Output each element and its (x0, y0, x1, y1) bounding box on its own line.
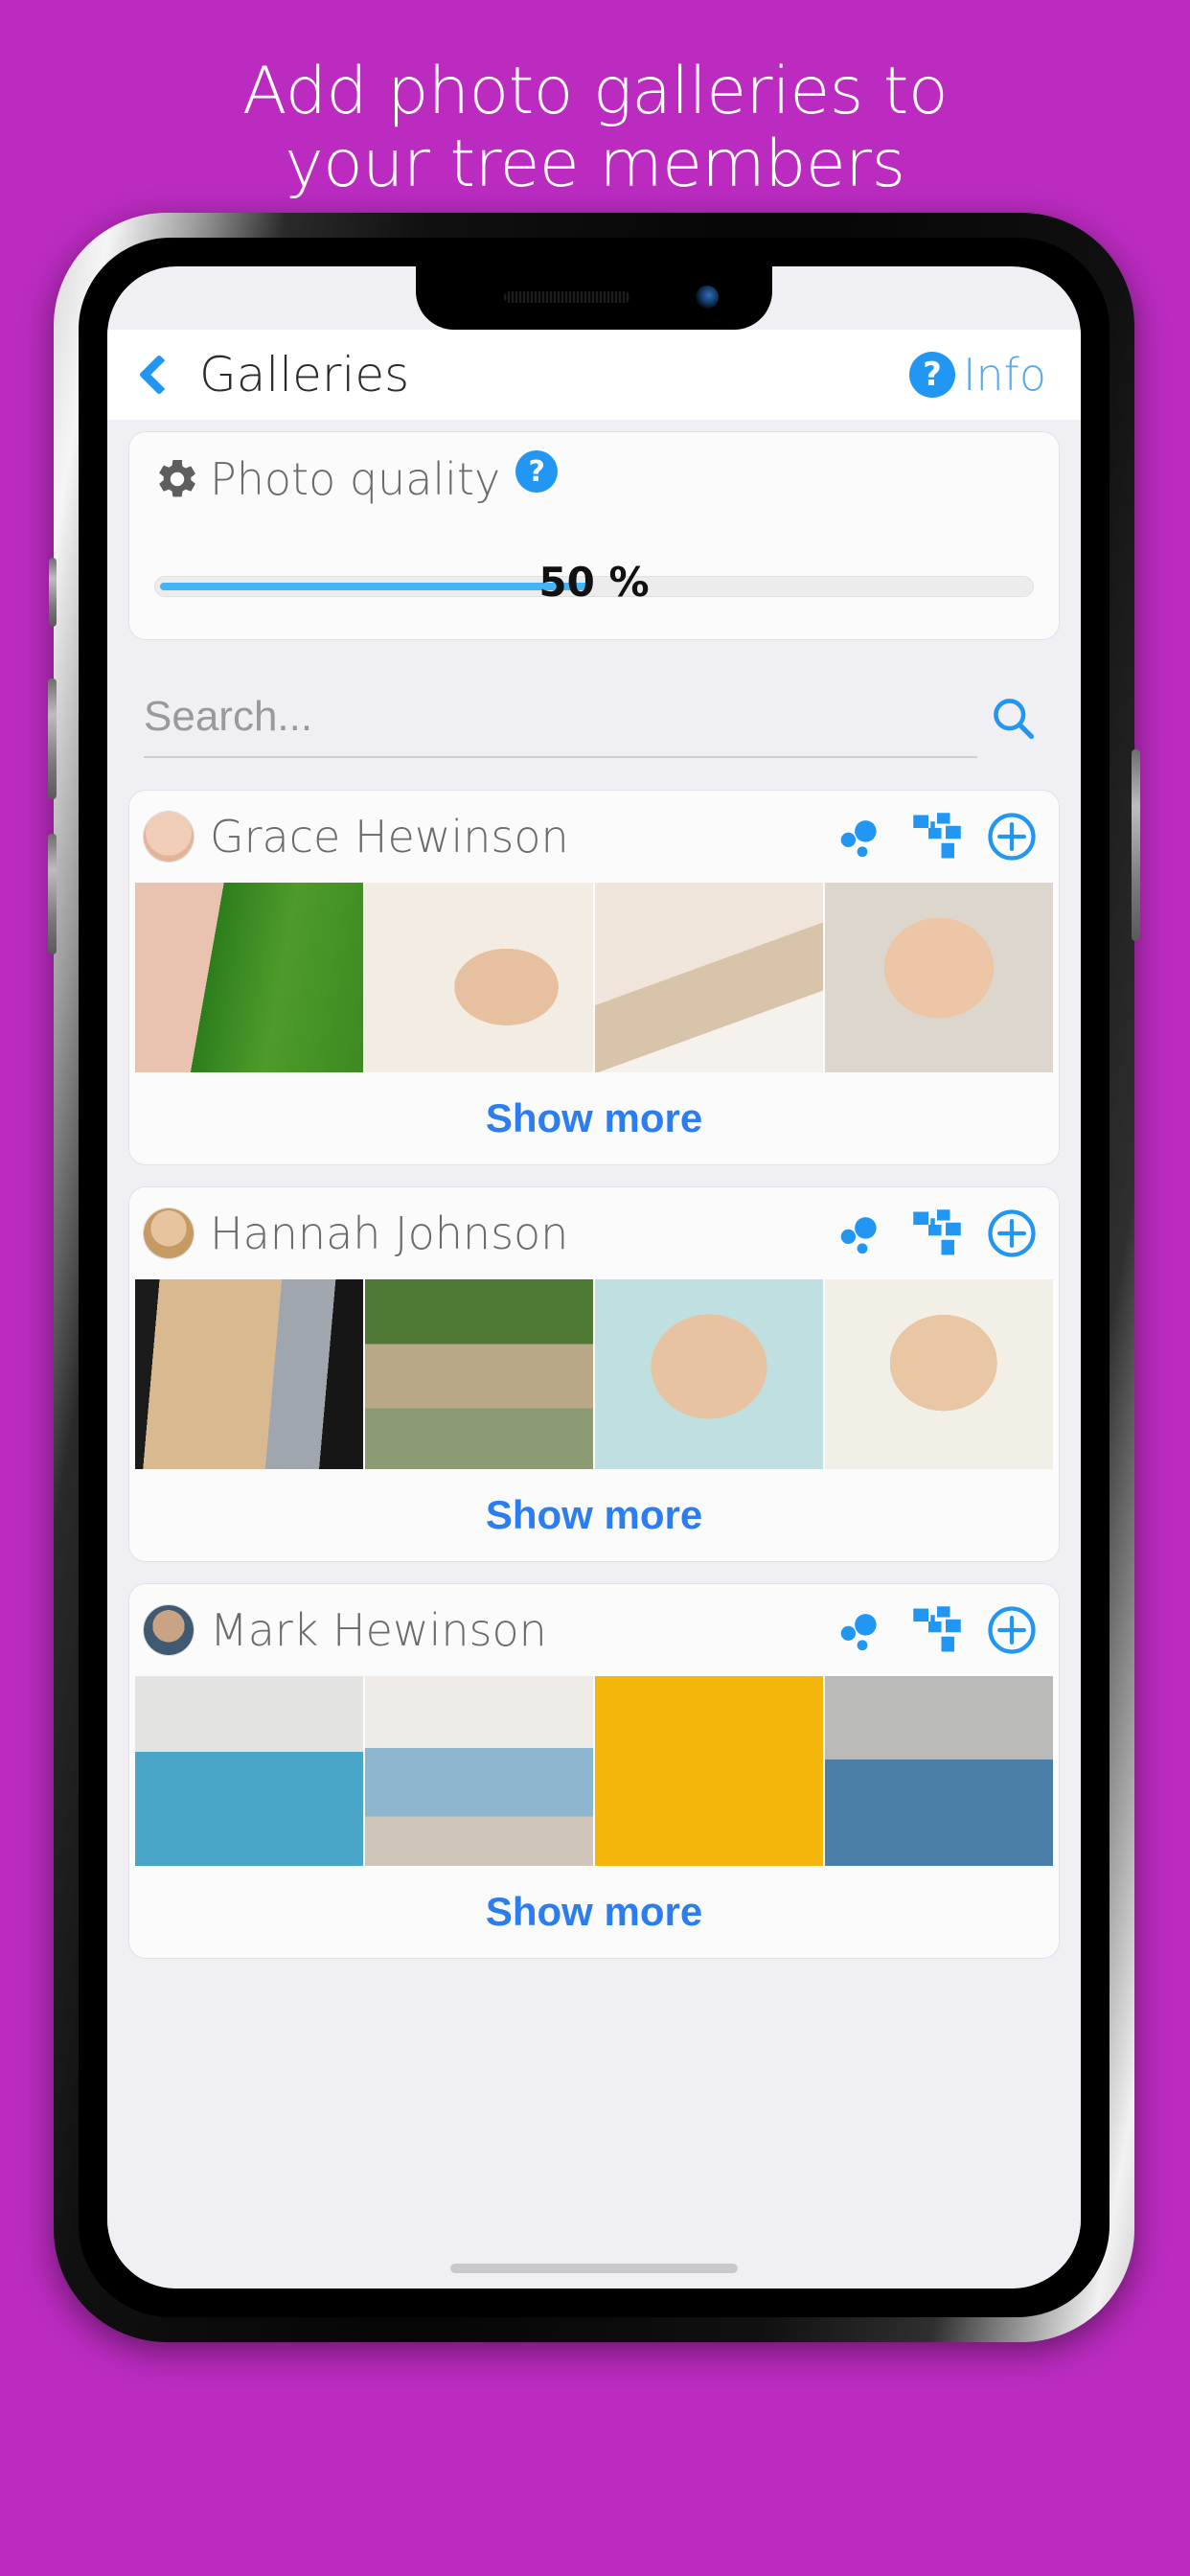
family-tree-icon[interactable] (911, 1208, 963, 1259)
girl-striped-shirt-portrait (825, 883, 1053, 1072)
smiling-blonde-white-top (825, 1279, 1053, 1469)
back-button[interactable] (125, 354, 194, 396)
home-indicator (450, 2264, 738, 2273)
photo-quality-slider[interactable]: 50 % (154, 559, 1034, 606)
page-title: Galleries (199, 347, 410, 402)
question-mark-circle-icon: ? (908, 352, 955, 398)
blonde-woman-dark-background (135, 1279, 363, 1469)
child-sleeping-with-teddy (595, 883, 823, 1072)
search-input[interactable]: Search... (144, 678, 977, 758)
avatar-image (144, 812, 194, 862)
info-button[interactable]: ? Info (908, 349, 1046, 401)
photo-quality-help-icon[interactable]: ? (515, 450, 559, 493)
app-navigation-bar: Galleries ? Info (107, 330, 1081, 420)
photo-thumbnail[interactable] (135, 1279, 363, 1469)
photo-thumbnail[interactable] (135, 883, 363, 1072)
info-button-label: Info (962, 349, 1046, 401)
gallery-card: Hannah Johnson Show more (128, 1186, 1060, 1562)
photo-thumbnail[interactable] (595, 1676, 823, 1866)
person-name: Hannah Johnson (210, 1208, 569, 1259)
smiling-girl-portrait (365, 883, 593, 1072)
avatar[interactable] (143, 811, 195, 862)
girl-with-puppy-on-grass (135, 883, 363, 1072)
gallery-card-header: Mark Hewinson (129, 1584, 1059, 1676)
photo-thumbnail-strip (129, 883, 1059, 1072)
photo-quality-card: Photo quality ? 50 % (128, 431, 1060, 640)
photo-thumbnail-strip (129, 1279, 1059, 1469)
photo-thumbnail[interactable] (365, 883, 593, 1072)
avatar[interactable] (143, 1604, 195, 1656)
plus-circle-icon[interactable] (986, 1208, 1038, 1259)
scroll-content[interactable]: Photo quality ? 50 % Search... Grace Hew… (107, 420, 1081, 2288)
phone-screen: Galleries ? Info Photo quality ? 50 % Se… (107, 266, 1081, 2288)
gallery-list: Grace Hewinson Show more Hannah Johnson Sho… (107, 790, 1081, 1959)
show-more-button[interactable]: Show more (129, 1469, 1059, 1561)
photo-thumbnail[interactable] (825, 883, 1053, 1072)
man-at-laptop (365, 1676, 593, 1866)
photo-thumbnail[interactable] (595, 1279, 823, 1469)
gallery-card-header: Hannah Johnson (129, 1187, 1059, 1279)
relations-bubbles-icon[interactable] (836, 811, 888, 862)
mute-switch[interactable] (49, 558, 57, 627)
chevron-left-icon (138, 354, 180, 396)
plus-circle-icon[interactable] (986, 1604, 1038, 1656)
man-yellow-background-phone (595, 1676, 823, 1866)
gallery-card-actions (836, 811, 1038, 862)
woman-outdoors-path (365, 1279, 593, 1469)
search-placeholder: Search... (144, 693, 313, 740)
search-row: Search... (128, 661, 1060, 774)
gallery-card-actions (836, 1208, 1038, 1259)
family-tree-icon[interactable] (911, 1604, 963, 1656)
slider-value-label: 50 % (538, 559, 650, 606)
relations-bubbles-icon[interactable] (836, 1604, 888, 1656)
man-blue-shirt-portrait (825, 1676, 1053, 1866)
gallery-card-actions (836, 1604, 1038, 1656)
photo-thumbnail[interactable] (595, 883, 823, 1072)
show-more-button[interactable]: Show more (129, 1072, 1059, 1164)
photo-quality-header: Photo quality ? (154, 450, 1034, 505)
photo-thumbnail[interactable] (135, 1676, 363, 1866)
volume-down-button[interactable] (48, 834, 57, 954)
photo-quality-label: Photo quality (210, 453, 501, 505)
phone-notch (416, 266, 772, 330)
promo-headline: Add photo galleries to your tree members (0, 56, 1190, 201)
earpiece-speaker-icon (504, 291, 630, 303)
volume-up-button[interactable] (48, 678, 57, 799)
person-name: Mark Hewinson (210, 1604, 547, 1656)
avatar[interactable] (143, 1208, 195, 1259)
avatar-image (144, 1605, 194, 1655)
person-name: Grace Hewinson (210, 811, 569, 862)
front-camera-icon (696, 286, 719, 309)
gallery-card: Grace Hewinson Show more (128, 790, 1060, 1165)
family-tree-icon[interactable] (911, 811, 963, 862)
photo-thumbnail[interactable] (825, 1676, 1053, 1866)
show-more-button[interactable]: Show more (129, 1866, 1059, 1958)
gear-icon (154, 456, 200, 502)
search-icon[interactable] (977, 693, 1048, 743)
photo-thumbnail[interactable] (365, 1279, 593, 1469)
man-blue-polo-arms-crossed (135, 1676, 363, 1866)
avatar-image (144, 1208, 194, 1258)
promo-headline-line-2: your tree members (285, 126, 905, 202)
photo-thumbnail-strip (129, 1676, 1059, 1866)
promo-headline-line-1: Add photo galleries to (241, 54, 949, 129)
gallery-card: Mark Hewinson Show more (128, 1583, 1060, 1959)
phone-bezel: Galleries ? Info Photo quality ? 50 % Se… (79, 238, 1110, 2317)
photo-thumbnail[interactable] (365, 1676, 593, 1866)
gallery-card-header: Grace Hewinson (129, 791, 1059, 883)
plus-circle-icon[interactable] (986, 811, 1038, 862)
phone-device-frame: Galleries ? Info Photo quality ? 50 % Se… (48, 213, 1140, 2342)
relations-bubbles-icon[interactable] (836, 1208, 888, 1259)
photo-thumbnail[interactable] (825, 1279, 1053, 1469)
blonde-woman-bangs-portrait (595, 1279, 823, 1469)
power-button[interactable] (1132, 749, 1140, 941)
